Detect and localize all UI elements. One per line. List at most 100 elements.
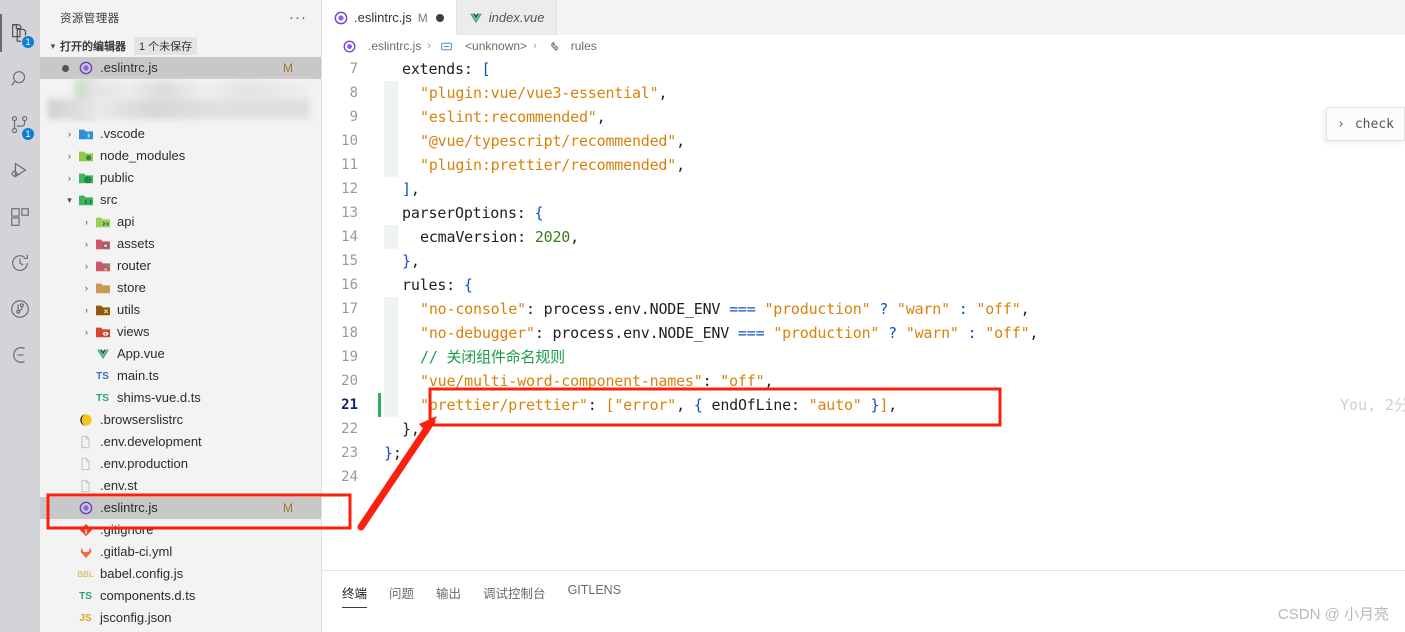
- tree-item-eslintrc-js[interactable]: .eslintrc.js M: [40, 497, 321, 519]
- panel-tab-problems[interactable]: 问题: [389, 583, 414, 607]
- chevron-right-icon[interactable]: ›: [63, 173, 76, 183]
- fold-gutter[interactable]: [374, 249, 384, 273]
- editor-tab-index-vue[interactable]: index.vue: [456, 0, 558, 35]
- chevron-down-icon[interactable]: ▾: [63, 195, 76, 206]
- tree-item-babel-config-js[interactable]: BBL babel.config.js: [40, 563, 321, 585]
- code-editor[interactable]: › check 7 extends: [8 "plugin:vue/vue3-ess…: [322, 57, 1405, 570]
- timeline-icon[interactable]: [0, 240, 40, 286]
- code-line[interactable]: 10 "@vue/typescript/recommended",: [322, 129, 1405, 153]
- code-line[interactable]: 14 ecmaVersion: 2020,: [322, 225, 1405, 249]
- code-line[interactable]: 20 "vue/multi-word-component-names": "off…: [322, 369, 1405, 393]
- fold-gutter[interactable]: [374, 321, 384, 345]
- chevron-right-icon[interactable]: ›: [80, 261, 93, 271]
- code-line[interactable]: 16 rules: {: [322, 273, 1405, 297]
- line-number: 9: [349, 109, 358, 125]
- tree-item-env-development[interactable]: .env.development: [40, 431, 321, 453]
- panel-tab-gitlens[interactable]: GITLENS: [568, 583, 622, 602]
- tree-item-browserslistrc[interactable]: .browserslistrc: [40, 409, 321, 431]
- tree-item-env-st[interactable]: .env.st: [40, 475, 321, 497]
- line-number: 10: [341, 133, 358, 149]
- fold-gutter[interactable]: [374, 393, 384, 417]
- fold-gutter[interactable]: [374, 225, 384, 249]
- tree-item-src[interactable]: ▾ src: [40, 189, 321, 211]
- tree-item-app-vue[interactable]: App.vue: [40, 343, 321, 365]
- panel-tab-debug-console[interactable]: 调试控制台: [483, 583, 546, 607]
- fold-gutter[interactable]: [374, 153, 384, 177]
- source-control-icon[interactable]: 1: [0, 102, 40, 148]
- chevron-right-icon[interactable]: ›: [80, 283, 93, 293]
- code-line[interactable]: 18 "no-debugger": process.env.NODE_ENV ==…: [322, 321, 1405, 345]
- code-line[interactable]: 11 "plugin:prettier/recommended",: [322, 153, 1405, 177]
- tree-item-node-modules[interactable]: › node_modules: [40, 145, 321, 167]
- code-line[interactable]: 21 "prettier/prettier": ["error", { endOf…: [322, 393, 1405, 417]
- code-line[interactable]: 15},: [322, 249, 1405, 273]
- tree-item-jsconfig-json[interactable]: JS jsconfig.json: [40, 607, 321, 629]
- breadcrumb-item-file[interactable]: .eslintrc.js: [368, 39, 421, 53]
- tree-item-views[interactable]: › views: [40, 321, 321, 343]
- fold-gutter[interactable]: [374, 441, 384, 465]
- tree-item-api[interactable]: › api: [40, 211, 321, 233]
- code-line[interactable]: 8 "plugin:vue/vue3-essential",: [322, 81, 1405, 105]
- explorer-more-actions-icon[interactable]: ···: [289, 9, 313, 26]
- code-line[interactable]: 24: [322, 465, 1405, 489]
- tree-item-utils[interactable]: › utils: [40, 299, 321, 321]
- code-token: ,: [658, 84, 668, 102]
- code-line[interactable]: 13 parserOptions: {: [322, 201, 1405, 225]
- gitlens-icon[interactable]: [0, 286, 40, 332]
- dirty-indicator-icon[interactable]: [435, 13, 444, 22]
- panel-tab-terminal[interactable]: 终端: [342, 583, 368, 608]
- fold-gutter[interactable]: [374, 297, 384, 321]
- chevron-right-icon[interactable]: ›: [63, 129, 76, 139]
- fold-gutter[interactable]: [374, 105, 384, 129]
- breadcrumb-item-symbol-rules[interactable]: rules: [571, 39, 597, 53]
- chevron-right-icon[interactable]: ›: [80, 239, 93, 249]
- chevron-right-icon[interactable]: ›: [80, 327, 93, 337]
- tree-item-shims-vue-d-ts[interactable]: TS shims-vue.d.ts: [40, 387, 321, 409]
- run-and-debug-icon[interactable]: [0, 148, 40, 194]
- fold-gutter[interactable]: [374, 345, 384, 369]
- tree-item-router[interactable]: › router: [40, 255, 321, 277]
- code-line-text: "@vue/typescript/recommended",: [384, 129, 685, 153]
- open-editors-header[interactable]: ▾ 打开的编辑器 1 个未保存: [40, 35, 321, 57]
- code-line[interactable]: 9 "eslint:recommended",: [322, 105, 1405, 129]
- fold-gutter[interactable]: [374, 57, 384, 81]
- open-editor-item-eslintrc[interactable]: .eslintrc.js M: [40, 57, 321, 79]
- code-line[interactable]: 17 "no-console": process.env.NODE_ENV ===…: [322, 297, 1405, 321]
- fold-gutter[interactable]: [374, 369, 384, 393]
- tree-item-assets[interactable]: › assets: [40, 233, 321, 255]
- explorer-icon[interactable]: 1: [0, 10, 40, 56]
- tree-item-public[interactable]: › public: [40, 167, 321, 189]
- extensions-icon[interactable]: [0, 194, 40, 240]
- fold-gutter[interactable]: [374, 465, 384, 489]
- tree-item-store[interactable]: › store: [40, 277, 321, 299]
- fold-gutter[interactable]: [374, 201, 384, 225]
- code-line[interactable]: 7 extends: [: [322, 57, 1405, 81]
- editor-tab-eslintrc-js[interactable]: .eslintrc.js M: [322, 0, 457, 35]
- tree-item-gitlab-ci-yml[interactable]: .gitlab-ci.yml: [40, 541, 321, 563]
- chevron-right-icon[interactable]: ›: [80, 217, 93, 227]
- fold-gutter[interactable]: [374, 273, 384, 297]
- tree-item-env-production[interactable]: .env.production: [40, 453, 321, 475]
- fold-gutter[interactable]: [374, 177, 384, 201]
- tree-item-gitignore[interactable]: .gitignore: [40, 519, 321, 541]
- code-line[interactable]: 12],: [322, 177, 1405, 201]
- tree-item-status-badge: M: [283, 501, 293, 515]
- chevron-right-icon[interactable]: ›: [80, 305, 93, 315]
- tree-item-main-ts[interactable]: TS main.ts: [40, 365, 321, 387]
- code-line[interactable]: 23};: [322, 441, 1405, 465]
- code-token: ===: [729, 300, 756, 318]
- code-line[interactable]: 19 // 关闭组件命名规则: [322, 345, 1405, 369]
- fold-gutter[interactable]: [374, 129, 384, 153]
- panel-tab-output[interactable]: 输出: [436, 583, 461, 607]
- code-token: "warn": [905, 324, 959, 342]
- chevron-right-icon[interactable]: ›: [63, 151, 76, 161]
- remote-explorer-icon[interactable]: [0, 332, 40, 378]
- tree-item-label: router: [117, 258, 151, 273]
- search-icon[interactable]: [0, 56, 40, 102]
- fold-gutter[interactable]: [374, 417, 384, 441]
- tree-item-components-d-ts[interactable]: TS components.d.ts: [40, 585, 321, 607]
- breadcrumb-item-symbol-unknown[interactable]: <unknown>: [465, 39, 527, 53]
- fold-gutter[interactable]: [374, 81, 384, 105]
- tree-item-vscode[interactable]: › .vscode: [40, 123, 321, 145]
- code-line[interactable]: 22},: [322, 417, 1405, 441]
